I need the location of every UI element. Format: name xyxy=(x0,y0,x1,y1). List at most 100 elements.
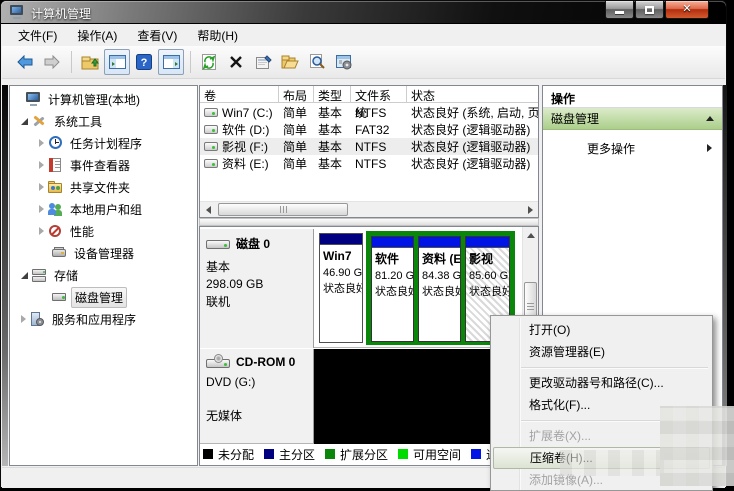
disk-drive-icon xyxy=(206,237,230,250)
menu-item-explorer[interactable]: 资源管理器(E) xyxy=(491,341,712,363)
open-folder-button[interactable] xyxy=(277,49,303,75)
shared-folder-icon xyxy=(48,180,63,194)
menu-file[interactable]: 文件(F) xyxy=(8,24,67,47)
scroll-left-button[interactable] xyxy=(200,202,216,218)
free-space-swatch xyxy=(398,449,408,459)
tree-item-event-viewer[interactable]: 事件查看器 xyxy=(39,155,133,175)
tree-item-local-users[interactable]: 本地用户和组 xyxy=(39,199,145,219)
expanded-arrow-icon[interactable] xyxy=(21,118,28,125)
tree-item-storage[interactable]: 存储 xyxy=(21,265,81,285)
close-button[interactable]: ✕ xyxy=(665,1,709,19)
show-console-tree-button[interactable] xyxy=(104,49,130,75)
collapse-arrow-icon[interactable] xyxy=(706,116,714,121)
more-actions-item[interactable]: 更多操作 xyxy=(543,138,722,158)
properties-icon xyxy=(255,55,272,70)
delete-button[interactable] xyxy=(223,49,249,75)
tree-item-shared-folders[interactable]: 共享文件夹 xyxy=(39,177,133,197)
find-button[interactable] xyxy=(304,49,330,75)
disk0-info-box[interactable]: 磁盘 0 基本 298.09 GB 联机 xyxy=(200,229,314,348)
tree-item-system-tools[interactable]: 系统工具 xyxy=(21,111,105,131)
disk-graph-panel: 磁盘 0 基本 298.09 GB 联机 Win7 46.90 GB 状态良好 … xyxy=(199,226,539,466)
manage-button[interactable] xyxy=(331,49,357,75)
scroll-up-button[interactable] xyxy=(523,227,539,243)
legend-free-space: 可用空间 xyxy=(398,446,461,463)
volume-icon xyxy=(204,108,218,117)
refresh-icon xyxy=(201,54,217,70)
column-header-type[interactable]: 类型 xyxy=(314,86,351,103)
panel-splitter[interactable] xyxy=(199,218,539,226)
forward-button[interactable] xyxy=(39,49,65,75)
toolbar-separator xyxy=(190,51,191,73)
back-button[interactable] xyxy=(12,49,38,75)
menu-help[interactable]: 帮助(H) xyxy=(187,24,248,47)
collapsed-arrow-icon[interactable] xyxy=(39,183,44,191)
cdrom-info-box[interactable]: CD-ROM 0 DVD (G:) 无媒体 xyxy=(200,349,314,444)
watermark-mosaic xyxy=(660,406,734,486)
disk-management-section-header[interactable]: 磁盘管理 xyxy=(543,108,722,130)
refresh-button[interactable] xyxy=(196,49,222,75)
collapsed-arrow-icon[interactable] xyxy=(39,227,44,235)
toolbar-separator xyxy=(71,51,72,73)
tools-icon xyxy=(32,114,47,128)
partition-ziliao[interactable]: 资料 (E:) 84.38 GB 状态良好 xyxy=(418,236,461,342)
actions-panel-title: 操作 xyxy=(543,86,722,108)
column-header-layout[interactable]: 布局 xyxy=(279,86,314,103)
close-icon: ✕ xyxy=(682,4,691,15)
volume-row-ziliao[interactable]: 资料 (E:) 简单 基本 NTFS 状态良好 (逻辑驱动器) xyxy=(200,155,538,172)
expanded-arrow-icon[interactable] xyxy=(21,272,28,279)
tree-item-disk-management[interactable]: 磁盘管理 xyxy=(39,287,127,307)
device-icon xyxy=(52,246,67,260)
scroll-right-button[interactable] xyxy=(522,202,538,218)
collapsed-arrow-icon[interactable] xyxy=(39,161,44,169)
partition-win7[interactable]: Win7 46.90 GB 状态良好 xyxy=(319,233,363,343)
tree-item-device-manager[interactable]: 设备管理器 xyxy=(39,243,137,263)
minimize-icon xyxy=(615,11,624,14)
computer-icon xyxy=(26,92,41,106)
volume-row-yingshi[interactable]: 影视 (F:) 简单 基本 NTFS 状态良好 (逻辑驱动器) xyxy=(200,138,538,155)
volume-list-header: 卷 布局 类型 文件系统 状态 xyxy=(200,86,538,103)
primary-partition-bar xyxy=(320,234,362,245)
menu-view[interactable]: 查看(V) xyxy=(127,24,187,47)
console-folder-button[interactable] xyxy=(77,49,103,75)
services-icon xyxy=(30,312,45,326)
partition-ruanjian[interactable]: 软件 81.20 GB 状态良好 xyxy=(371,236,414,342)
tree-item-services-apps[interactable]: 服务和应用程序 xyxy=(21,309,139,329)
window-title: 计算机管理 xyxy=(31,5,91,22)
menu-item-change-drive-letter[interactable]: 更改驱动器号和路径(C)... xyxy=(491,372,712,394)
help-button[interactable]: ? xyxy=(131,49,157,75)
storage-icon xyxy=(32,268,47,282)
volume-row-ruanjian[interactable]: 软件 (D:) 简单 基本 FAT32 状态良好 (逻辑驱动器) xyxy=(200,121,538,138)
open-folder-icon xyxy=(281,55,299,69)
maximize-button[interactable] xyxy=(635,1,664,19)
column-header-status[interactable]: 状态 xyxy=(407,86,538,103)
tree-item-task-scheduler[interactable]: 任务计划程序 xyxy=(39,133,145,153)
volume-row-win7[interactable]: Win7 (C:) 简单 基本 NTFS 状态良好 (系统, 启动, 页 xyxy=(200,104,538,121)
tree-item-computer-management[interactable]: 计算机管理(本地) xyxy=(13,89,143,109)
app-icon xyxy=(9,5,25,19)
show-console-tree-icon xyxy=(109,55,126,69)
help-icon: ? xyxy=(136,54,152,70)
minimize-button[interactable] xyxy=(605,1,634,19)
find-icon xyxy=(309,54,325,70)
horizontal-scrollbar[interactable] xyxy=(200,201,538,217)
show-action-pane-button[interactable] xyxy=(158,49,184,75)
column-header-filesystem[interactable]: 文件系统 xyxy=(351,86,407,103)
unallocated-swatch xyxy=(203,449,213,459)
menu-item-open[interactable]: 打开(O) xyxy=(491,319,712,341)
console-folder-icon xyxy=(81,55,99,70)
volume-icon xyxy=(204,142,218,151)
menu-action[interactable]: 操作(A) xyxy=(67,24,127,47)
back-icon xyxy=(16,55,34,69)
title-bar: 计算机管理 ✕ xyxy=(1,1,726,24)
disk0-size: 298.09 GB xyxy=(206,277,307,291)
properties-button[interactable] xyxy=(250,49,276,75)
tree-item-performance[interactable]: 性能 xyxy=(39,221,97,241)
disk0-type: 基本 xyxy=(206,258,307,275)
collapsed-arrow-icon[interactable] xyxy=(39,205,44,213)
scrollbar-thumb[interactable] xyxy=(218,203,348,216)
collapsed-arrow-icon[interactable] xyxy=(39,139,44,147)
collapsed-arrow-icon[interactable] xyxy=(21,315,26,323)
column-header-volume[interactable]: 卷 xyxy=(200,86,279,103)
clock-icon xyxy=(48,136,63,150)
extended-swatch xyxy=(325,449,335,459)
